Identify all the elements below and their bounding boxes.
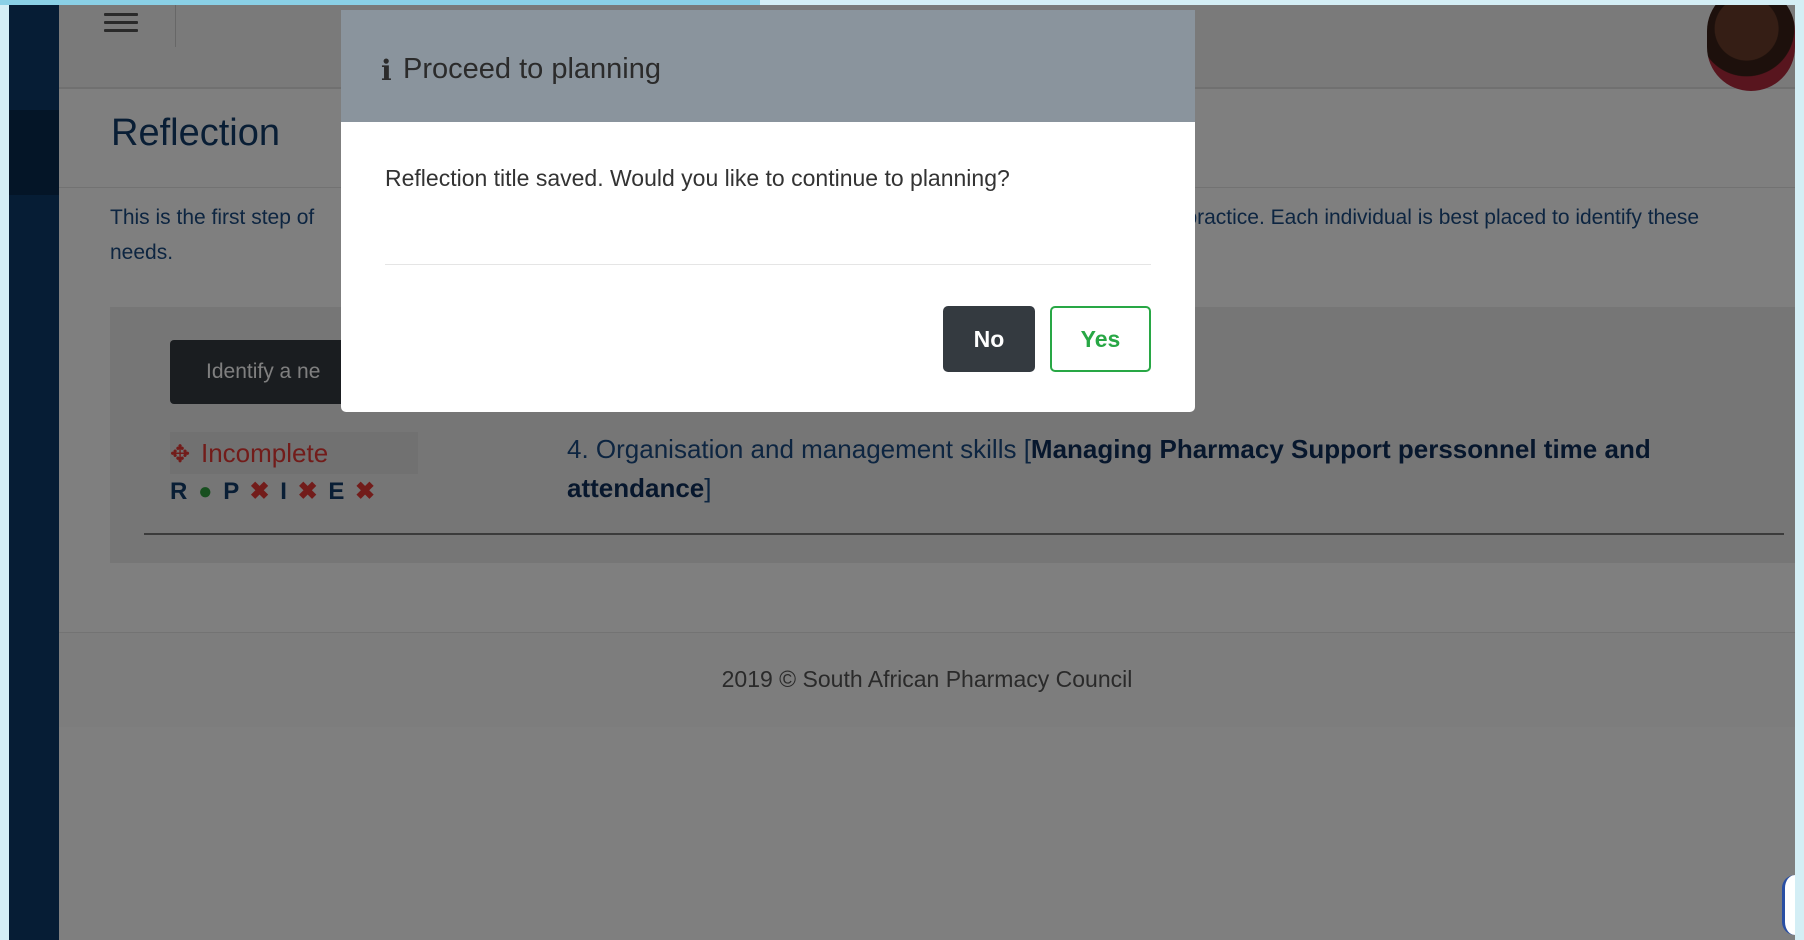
no-button[interactable]: No (943, 306, 1035, 372)
dialog-divider (385, 264, 1151, 265)
app-window: Reflection This is the first step ofon p… (9, 5, 1795, 940)
dialog-header: i Proceed to planning (341, 10, 1195, 122)
scroll-handle[interactable] (1782, 875, 1795, 935)
info-icon: i (381, 54, 392, 87)
dialog-message: Reflection title saved. Would you like t… (385, 165, 1010, 191)
proceed-dialog: i Proceed to planning Reflection title s… (341, 10, 1195, 412)
dialog-title: Proceed to planning (403, 53, 661, 85)
yes-button[interactable]: Yes (1050, 306, 1151, 372)
